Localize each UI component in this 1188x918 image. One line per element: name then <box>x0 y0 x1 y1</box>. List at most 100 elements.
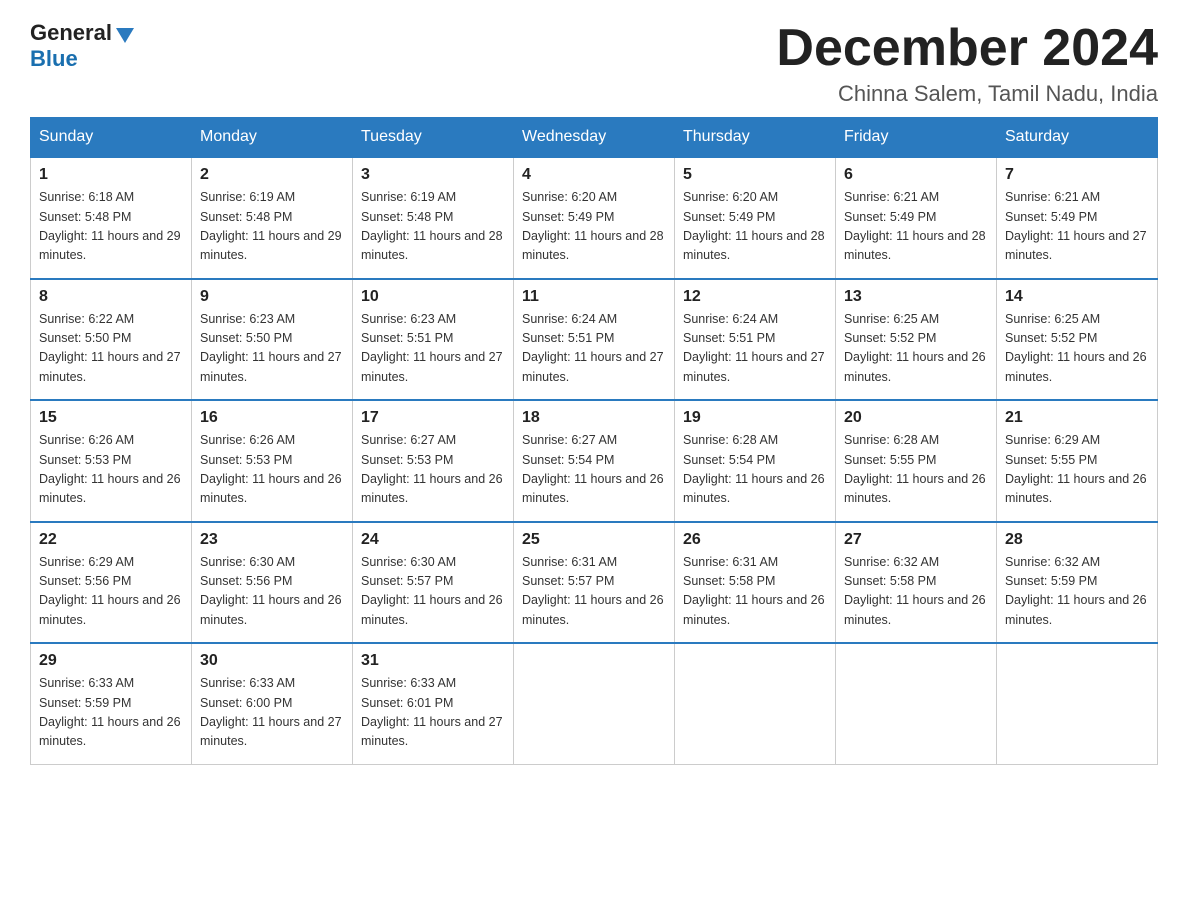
day-number: 7 <box>1005 166 1149 184</box>
calendar-cell: 11 Sunrise: 6:24 AMSunset: 5:51 PMDayligh… <box>514 279 675 401</box>
day-info: Sunrise: 6:33 AMSunset: 6:00 PMDaylight:… <box>200 674 344 752</box>
calendar-cell: 3Sunrise: 6:19 AMSunset: 5:48 PMDaylight… <box>353 157 514 279</box>
calendar-table: SundayMondayTuesdayWednesdayThursdayFrid… <box>30 117 1158 765</box>
calendar-cell: 18 Sunrise: 6:27 AMSunset: 5:54 PMDayligh… <box>514 400 675 522</box>
day-number: 6 <box>844 166 988 184</box>
logo-blue-text: Blue <box>30 46 78 72</box>
day-number: 27 <box>844 531 988 549</box>
calendar-cell: 27Sunrise: 6:32 AMSunset: 5:58 PMDayligh… <box>836 522 997 644</box>
day-info: Sunrise: 6:31 AMSunset: 5:58 PMDaylight:… <box>683 553 827 631</box>
day-info: Sunrise: 6:23 AMSunset: 5:51 PMDaylight:… <box>361 310 505 388</box>
day-number: 25 <box>522 531 666 549</box>
calendar-cell: 12Sunrise: 6:24 AMSunset: 5:51 PMDayligh… <box>675 279 836 401</box>
calendar-cell: 29Sunrise: 6:33 AMSunset: 5:59 PMDayligh… <box>31 643 192 764</box>
day-info: Sunrise: 6:33 AMSunset: 6:01 PMDaylight:… <box>361 674 505 752</box>
day-number: 23 <box>200 531 344 549</box>
weekday-header-sunday: Sunday <box>31 118 192 158</box>
day-number: 2 <box>200 166 344 184</box>
day-info: Sunrise: 6:25 AMSunset: 5:52 PMDaylight:… <box>1005 310 1149 388</box>
day-number: 4 <box>522 166 666 184</box>
day-number: 1 <box>39 166 183 184</box>
day-number: 26 <box>683 531 827 549</box>
calendar-week-3: 15 Sunrise: 6:26 AMSunset: 5:53 PMDayligh… <box>31 400 1158 522</box>
month-year-title: December 2024 <box>776 20 1158 77</box>
logo: General Blue <box>30 20 134 72</box>
day-info: Sunrise: 6:20 AMSunset: 5:49 PMDaylight:… <box>683 188 827 266</box>
calendar-cell: 5 Sunrise: 6:20 AMSunset: 5:49 PMDaylight… <box>675 157 836 279</box>
day-info: Sunrise: 6:24 AMSunset: 5:51 PMDaylight:… <box>683 310 827 388</box>
calendar-cell: 15 Sunrise: 6:26 AMSunset: 5:53 PMDayligh… <box>31 400 192 522</box>
calendar-cell <box>675 643 836 764</box>
day-number: 22 <box>39 531 183 549</box>
day-number: 28 <box>1005 531 1149 549</box>
weekday-header-row: SundayMondayTuesdayWednesdayThursdayFrid… <box>31 118 1158 158</box>
day-info: Sunrise: 6:25 AMSunset: 5:52 PMDaylight:… <box>844 310 988 388</box>
day-info: Sunrise: 6:28 AMSunset: 5:54 PMDaylight:… <box>683 431 827 509</box>
day-number: 18 <box>522 409 666 427</box>
page-header: General Blue December 2024 Chinna Salem,… <box>30 20 1158 107</box>
calendar-cell: 25 Sunrise: 6:31 AMSunset: 5:57 PMDayligh… <box>514 522 675 644</box>
location-subtitle: Chinna Salem, Tamil Nadu, India <box>776 81 1158 107</box>
weekday-header-saturday: Saturday <box>997 118 1158 158</box>
day-info: Sunrise: 6:26 AMSunset: 5:53 PMDaylight:… <box>200 431 344 509</box>
day-info: Sunrise: 6:31 AMSunset: 5:57 PMDaylight:… <box>522 553 666 631</box>
calendar-cell <box>997 643 1158 764</box>
calendar-week-5: 29Sunrise: 6:33 AMSunset: 5:59 PMDayligh… <box>31 643 1158 764</box>
weekday-header-tuesday: Tuesday <box>353 118 514 158</box>
day-info: Sunrise: 6:33 AMSunset: 5:59 PMDaylight:… <box>39 674 183 752</box>
day-number: 5 <box>683 166 827 184</box>
calendar-cell <box>836 643 997 764</box>
calendar-cell: 22 Sunrise: 6:29 AMSunset: 5:56 PMDayligh… <box>31 522 192 644</box>
calendar-cell: 7 Sunrise: 6:21 AMSunset: 5:49 PMDaylight… <box>997 157 1158 279</box>
calendar-cell: 10 Sunrise: 6:23 AMSunset: 5:51 PMDayligh… <box>353 279 514 401</box>
day-info: Sunrise: 6:19 AMSunset: 5:48 PMDaylight:… <box>361 188 505 266</box>
calendar-cell: 4Sunrise: 6:20 AMSunset: 5:49 PMDaylight… <box>514 157 675 279</box>
day-info: Sunrise: 6:19 AMSunset: 5:48 PMDaylight:… <box>200 188 344 266</box>
day-info: Sunrise: 6:18 AMSunset: 5:48 PMDaylight:… <box>39 188 183 266</box>
calendar-cell <box>514 643 675 764</box>
weekday-header-wednesday: Wednesday <box>514 118 675 158</box>
day-number: 30 <box>200 652 344 670</box>
title-block: December 2024 Chinna Salem, Tamil Nadu, … <box>776 20 1158 107</box>
day-info: Sunrise: 6:32 AMSunset: 5:59 PMDaylight:… <box>1005 553 1149 631</box>
day-info: Sunrise: 6:29 AMSunset: 5:56 PMDaylight:… <box>39 553 183 631</box>
calendar-cell: 8Sunrise: 6:22 AMSunset: 5:50 PMDaylight… <box>31 279 192 401</box>
day-number: 20 <box>844 409 988 427</box>
calendar-cell: 6 Sunrise: 6:21 AMSunset: 5:49 PMDaylight… <box>836 157 997 279</box>
calendar-cell: 13Sunrise: 6:25 AMSunset: 5:52 PMDayligh… <box>836 279 997 401</box>
day-number: 10 <box>361 288 505 306</box>
day-info: Sunrise: 6:27 AMSunset: 5:54 PMDaylight:… <box>522 431 666 509</box>
day-info: Sunrise: 6:21 AMSunset: 5:49 PMDaylight:… <box>844 188 988 266</box>
day-number: 9 <box>200 288 344 306</box>
weekday-header-friday: Friday <box>836 118 997 158</box>
day-info: Sunrise: 6:27 AMSunset: 5:53 PMDaylight:… <box>361 431 505 509</box>
calendar-week-2: 8Sunrise: 6:22 AMSunset: 5:50 PMDaylight… <box>31 279 1158 401</box>
calendar-cell: 16 Sunrise: 6:26 AMSunset: 5:53 PMDayligh… <box>192 400 353 522</box>
day-number: 11 <box>522 288 666 306</box>
day-info: Sunrise: 6:22 AMSunset: 5:50 PMDaylight:… <box>39 310 183 388</box>
day-info: Sunrise: 6:30 AMSunset: 5:56 PMDaylight:… <box>200 553 344 631</box>
calendar-cell: 24Sunrise: 6:30 AMSunset: 5:57 PMDayligh… <box>353 522 514 644</box>
calendar-cell: 1 Sunrise: 6:18 AMSunset: 5:48 PMDaylight… <box>31 157 192 279</box>
day-number: 17 <box>361 409 505 427</box>
day-number: 15 <box>39 409 183 427</box>
day-info: Sunrise: 6:26 AMSunset: 5:53 PMDaylight:… <box>39 431 183 509</box>
day-number: 16 <box>200 409 344 427</box>
calendar-cell: 17 Sunrise: 6:27 AMSunset: 5:53 PMDayligh… <box>353 400 514 522</box>
calendar-cell: 2 Sunrise: 6:19 AMSunset: 5:48 PMDaylight… <box>192 157 353 279</box>
calendar-cell: 21Sunrise: 6:29 AMSunset: 5:55 PMDayligh… <box>997 400 1158 522</box>
calendar-cell: 31 Sunrise: 6:33 AMSunset: 6:01 PMDayligh… <box>353 643 514 764</box>
day-info: Sunrise: 6:24 AMSunset: 5:51 PMDaylight:… <box>522 310 666 388</box>
calendar-cell: 14Sunrise: 6:25 AMSunset: 5:52 PMDayligh… <box>997 279 1158 401</box>
calendar-cell: 19 Sunrise: 6:28 AMSunset: 5:54 PMDayligh… <box>675 400 836 522</box>
day-info: Sunrise: 6:21 AMSunset: 5:49 PMDaylight:… <box>1005 188 1149 266</box>
day-number: 19 <box>683 409 827 427</box>
logo-triangle-icon <box>116 28 134 43</box>
weekday-header-monday: Monday <box>192 118 353 158</box>
calendar-cell: 23 Sunrise: 6:30 AMSunset: 5:56 PMDayligh… <box>192 522 353 644</box>
day-number: 31 <box>361 652 505 670</box>
day-number: 24 <box>361 531 505 549</box>
calendar-cell: 30 Sunrise: 6:33 AMSunset: 6:00 PMDayligh… <box>192 643 353 764</box>
calendar-week-1: 1 Sunrise: 6:18 AMSunset: 5:48 PMDaylight… <box>31 157 1158 279</box>
day-info: Sunrise: 6:28 AMSunset: 5:55 PMDaylight:… <box>844 431 988 509</box>
